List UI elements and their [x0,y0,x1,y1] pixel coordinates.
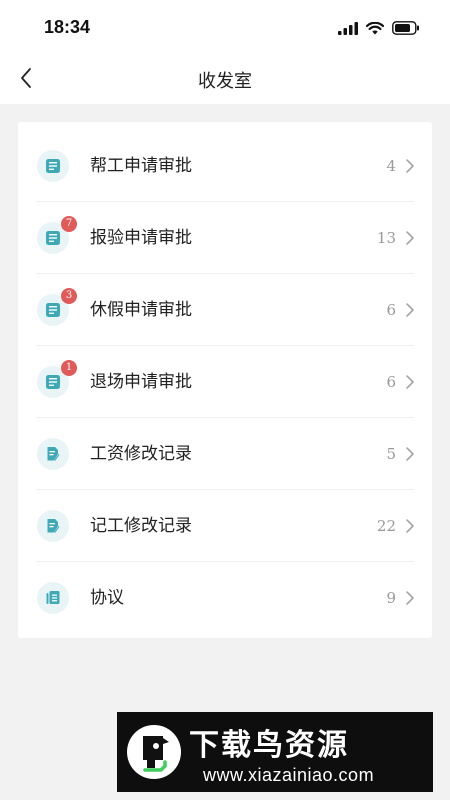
chevron-right-icon [406,303,414,317]
list-item-count: 4 [386,157,396,175]
edit-document-icon [37,438,69,470]
unread-badge: 7 [61,216,77,232]
chevron-right-icon [406,375,414,389]
list-item-label: 退场申请审批 [90,372,192,392]
signal-icon [338,20,358,39]
status-icons [338,20,420,39]
list-item-attendance-change-log[interactable]: 记工修改记录 22 [18,490,432,562]
list-item-leave-approval[interactable]: 3 休假申请审批 6 [18,274,432,346]
chevron-right-icon [406,231,414,245]
list-item-helper-approval[interactable]: 帮工申请审批 4 [18,130,432,202]
list-item-count: 5 [386,445,396,463]
list-item-inspection-approval[interactable]: 7 报验申请审批 13 [18,202,432,274]
list-item-count: 6 [386,373,396,391]
list-item-label: 协议 [90,588,124,608]
watermark-url: www.xiazainiao.com [203,765,375,785]
watermark-title: 下载鸟资源 [189,728,349,763]
list-item-count: 13 [376,229,396,247]
bird-logo-icon [127,725,181,779]
list-item-label: 休假申请审批 [90,300,192,320]
list-item-count: 9 [386,589,396,607]
chevron-right-icon [406,519,414,533]
list-item-label: 报验申请审批 [90,228,192,248]
wifi-icon [365,20,385,39]
battery-icon [392,20,420,39]
list-item-count: 22 [376,517,396,535]
menu-card: 帮工申请审批 4 7 报验申请审批 13 3 休假申请审批 6 1 退场申请审批… [18,122,432,638]
list-item-label: 工资修改记录 [90,444,192,464]
watermark-banner: 下载鸟资源 www.xiazainiao.com [117,712,433,792]
edit-document-icon [37,510,69,542]
list-item-exit-approval[interactable]: 1 退场申请审批 6 [18,346,432,418]
form-icon [37,150,69,182]
chevron-right-icon [406,159,414,173]
list-item-wage-change-log[interactable]: 工资修改记录 5 [18,418,432,490]
list-item-label: 记工修改记录 [90,516,192,536]
unread-badge: 1 [61,360,77,376]
list-item-agreement[interactable]: 协议 9 [18,562,432,634]
list-item-label: 帮工申请审批 [90,156,192,176]
document-list-icon [37,582,69,614]
list-item-count: 6 [386,301,396,319]
status-time: 18:34 [44,17,91,37]
chevron-right-icon [406,591,414,605]
chevron-right-icon [406,447,414,461]
page-title: 收发室 [198,71,252,92]
nav-bar: 收发室 [0,54,450,104]
status-bar: 18:34 [0,0,450,54]
unread-badge: 3 [61,288,77,304]
